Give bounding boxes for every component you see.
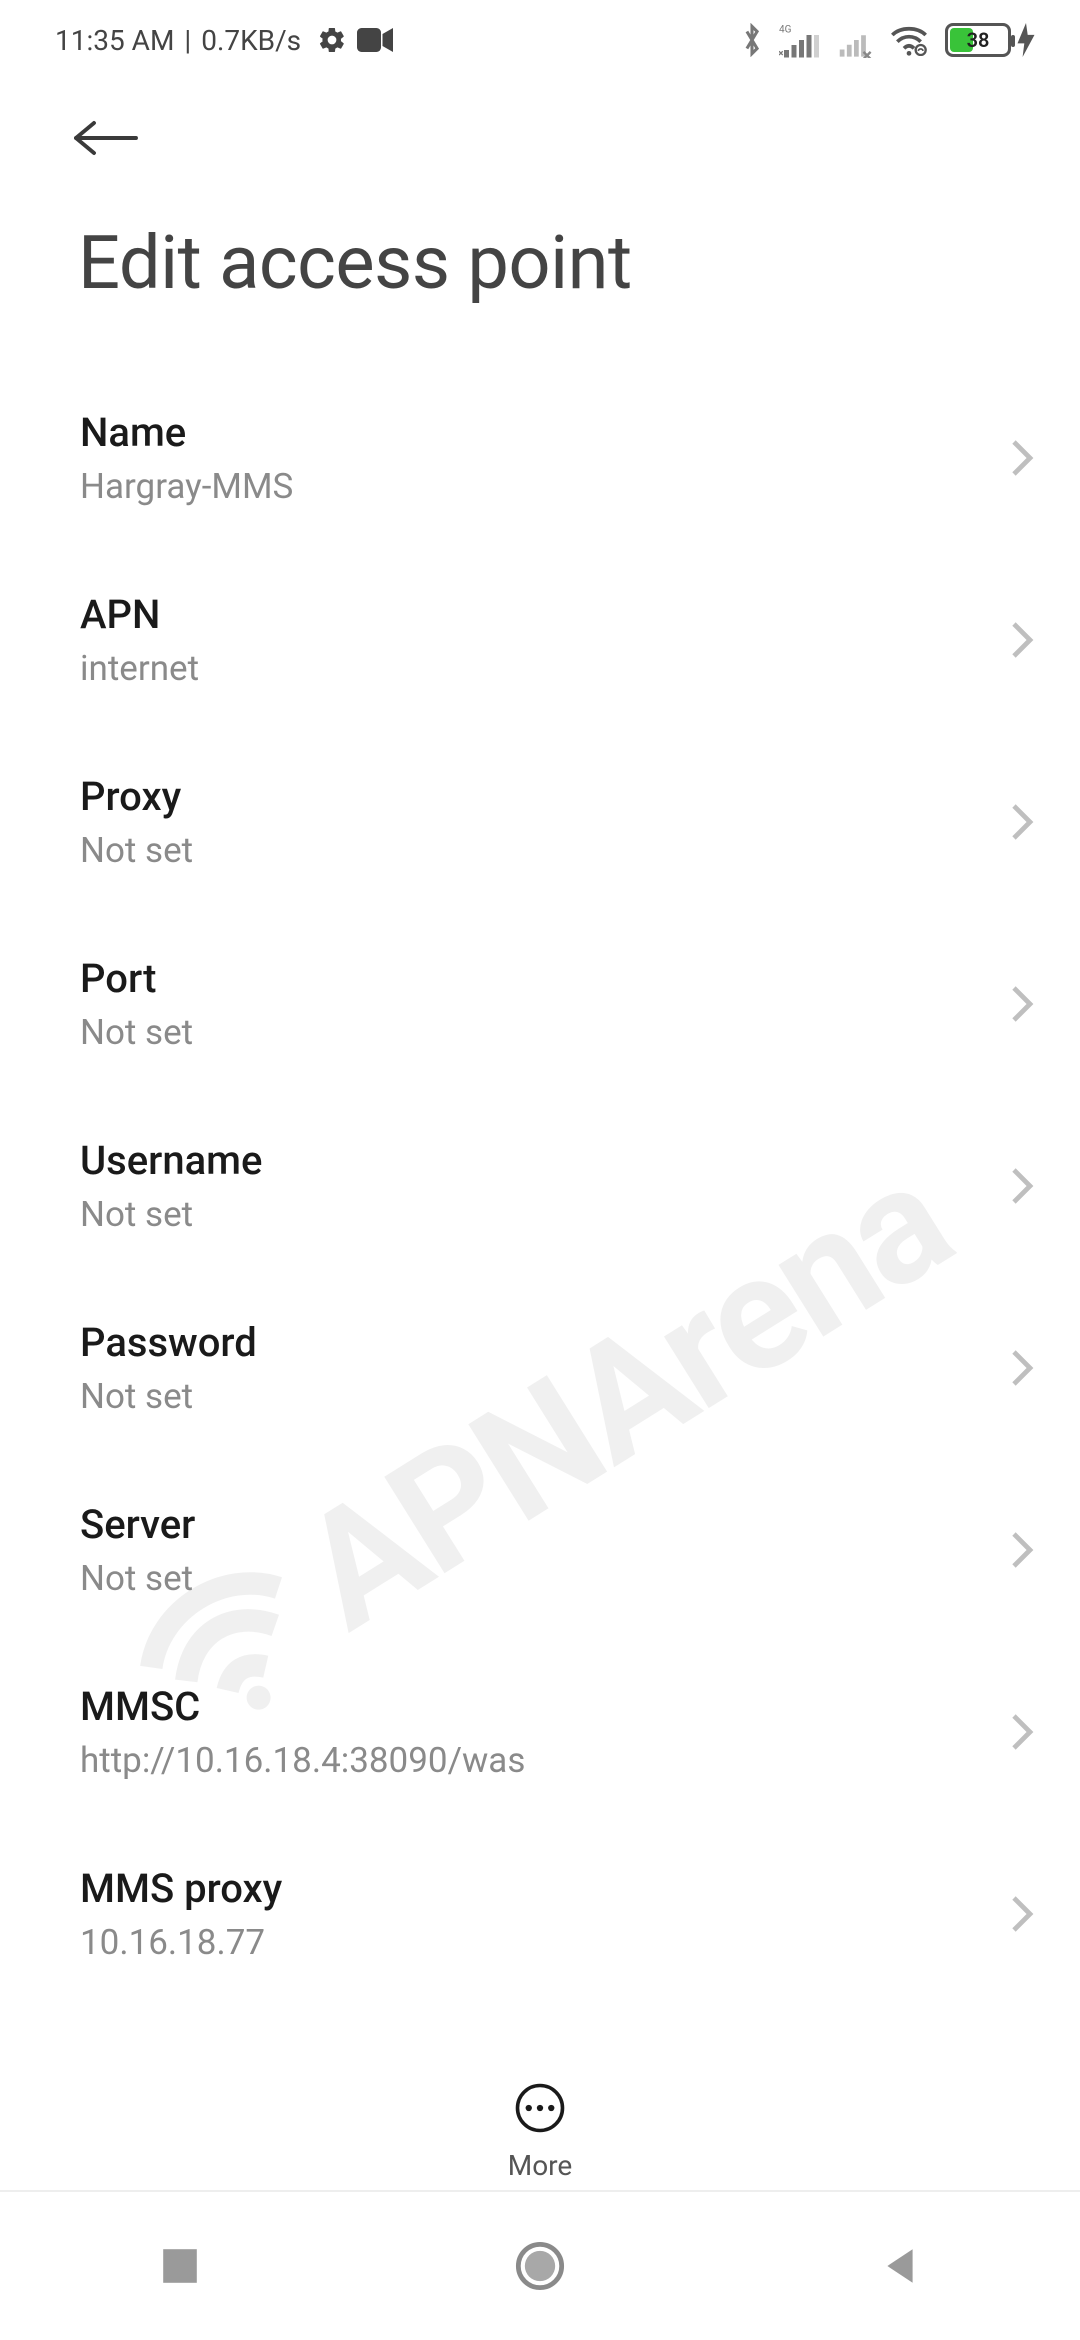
setting-row-mmsc[interactable]: MMSC http://10.16.18.4:38090/was [0,1641,1080,1823]
circle-icon [514,2240,566,2292]
setting-value: Not set [80,830,193,871]
chevron-right-icon [1009,438,1035,478]
status-data-rate: 0.7KB/s [201,24,301,57]
setting-value: Not set [80,1194,262,1235]
charging-icon [1017,23,1035,57]
setting-value: internet [80,648,199,689]
chevron-right-icon [1009,1712,1035,1752]
setting-label: Password [80,1319,257,1366]
chevron-right-icon [1009,1530,1035,1570]
chevron-right-icon [1009,802,1035,842]
signal-none-icon [835,22,873,58]
setting-row-apn[interactable]: APN internet [0,549,1080,731]
nav-home-button[interactable] [450,2240,630,2292]
square-icon [159,2245,201,2287]
more-label: More [508,2149,573,2182]
camera-icon [357,27,393,53]
bluetooth-icon [741,23,763,57]
setting-row-proxy[interactable]: Proxy Not set [0,731,1080,913]
setting-row-password[interactable]: Password Not set [0,1277,1080,1459]
more-button[interactable]: More [0,2053,1080,2182]
setting-label: Username [80,1137,262,1184]
triangle-left-icon [879,2245,921,2287]
signal-4g-icon: 4G [779,22,819,58]
wifi-icon [889,24,929,56]
setting-value: Hargray-MMS [80,466,293,507]
setting-label: Server [80,1501,195,1548]
setting-row-username[interactable]: Username Not set [0,1095,1080,1277]
setting-label: MMSC [80,1683,525,1730]
status-time: 11:35 AM [55,24,174,57]
more-circle-icon [513,2081,567,2135]
setting-row-server[interactable]: Server Not set [0,1459,1080,1641]
gear-icon [317,25,347,55]
setting-value: Not set [80,1558,195,1599]
setting-label: Proxy [80,773,193,820]
setting-row-mms-proxy[interactable]: MMS proxy 10.16.18.77 [0,1823,1080,2005]
setting-label: Port [80,955,193,1002]
status-separator: | [184,24,191,57]
signal-label-4g: 4G [779,25,792,36]
page-title: Edit access point [0,200,1080,327]
setting-row-name[interactable]: Name Hargray-MMS [0,367,1080,549]
setting-row-port[interactable]: Port Not set [0,913,1080,1095]
setting-value: 10.16.18.77 [80,1922,282,1963]
nav-back-button[interactable] [810,2245,990,2287]
setting-value: Not set [80,1376,257,1417]
chevron-right-icon [1009,984,1035,1024]
setting-value: http://10.16.18.4:38090/was [80,1740,525,1781]
battery-percent: 38 [948,28,1008,52]
chevron-right-icon [1009,1894,1035,1934]
chevron-right-icon [1009,1348,1035,1388]
battery-icon: 38 [945,23,1011,57]
nav-recent-button[interactable] [90,2245,270,2287]
arrow-left-icon [70,114,142,162]
settings-list: APNArena Name Hargray-MMS APN internet P… [0,327,1080,2027]
chevron-right-icon [1009,620,1035,660]
navigation-bar [0,2190,1080,2340]
setting-label: MMS proxy [80,1865,282,1912]
status-bar: 11:35 AM | 0.7KB/s 4G [0,0,1080,80]
back-button[interactable] [70,114,142,166]
setting-label: Name [80,409,293,456]
setting-value: Not set [80,1012,193,1053]
chevron-right-icon [1009,1166,1035,1206]
setting-label: APN [80,591,199,638]
